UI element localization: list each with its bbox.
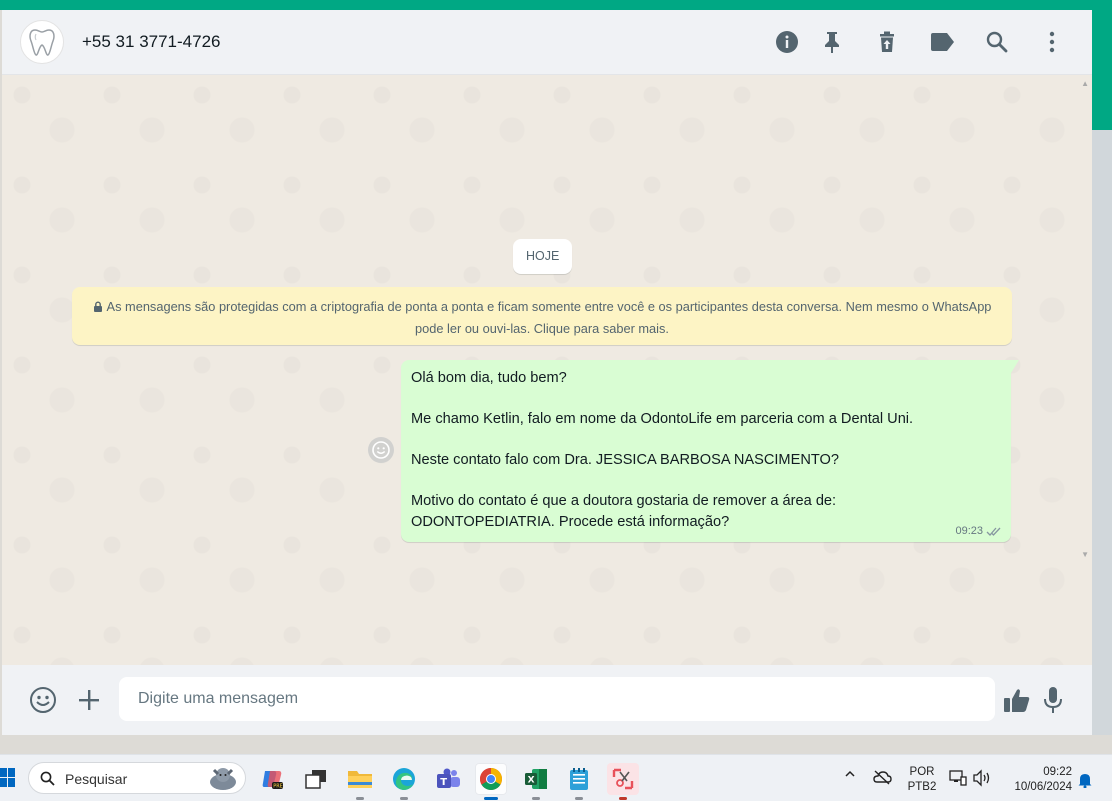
react-emoji-button[interactable] [368,437,394,463]
message-line: ODONTOPEDIATRIA. Procede está informação… [411,514,730,530]
running-indicator [532,797,540,800]
whatsapp-chat-window: +55 31 3771-4726 ▲ ▼ HOJE As mensagens s… [2,10,1092,735]
running-indicator [575,797,583,800]
window-right-accent [1092,10,1112,130]
clock-date: 10/06/2024 [1014,781,1072,793]
message-meta: 09:23 [955,525,1003,537]
system-clock[interactable]: 09:22 10/06/2024 [1002,765,1072,795]
pin-icon[interactable] [818,28,846,56]
start-windows-icon[interactable] [0,767,16,789]
input-language-indicator[interactable]: POR PTB2 [905,765,939,795]
running-indicator [356,797,364,800]
encryption-notice[interactable]: As mensagens são protegidas com a cripto… [72,287,1012,345]
message-time: 09:23 [955,525,983,537]
emoji-icon[interactable] [28,685,58,715]
outgoing-message-bubble[interactable]: Olá bom dia, tudo bem? Me chamo Ketlin, … [401,360,1011,542]
notepad-icon[interactable] [563,763,595,800]
copilot-icon[interactable]: PRE [256,763,288,795]
contact-name[interactable]: +55 31 3771-4726 [82,32,221,52]
file-explorer-icon[interactable] [344,763,376,800]
windows-taskbar: Pesquisar PRE T X POR PTB2 09:22 10/06/2… [0,754,1112,801]
excel-icon[interactable]: X [520,763,552,800]
task-view-icon[interactable] [300,763,332,795]
taskbar-search-label: Pesquisar [65,771,128,787]
double-check-icon [986,527,1001,536]
info-icon[interactable] [773,28,801,56]
label-icon[interactable] [928,28,956,56]
message-line: Me chamo Ketlin, falo em nome da OdontoL… [411,411,914,427]
attach-plus-icon[interactable] [74,685,104,715]
language-code: POR [909,766,935,778]
scroll-up-arrow-icon[interactable]: ▲ [1081,79,1089,88]
onedrive-offline-icon[interactable] [872,769,892,790]
teams-icon[interactable]: T [432,763,464,795]
clock-time: 09:22 [1043,766,1072,778]
chat-header: +55 31 3771-4726 [2,10,1092,75]
scroll-down-arrow-icon[interactable]: ▼ [1081,550,1089,559]
svg-text:T: T [440,777,447,788]
svg-text:PRE: PRE [273,784,283,790]
thumbs-up-icon[interactable] [1002,685,1032,715]
bubble-tail [1011,360,1019,373]
chrome-icon[interactable] [475,763,507,800]
search-highlight-dog-icon [210,768,236,790]
svg-text:X: X [528,776,535,786]
delete-icon[interactable] [873,28,901,56]
message-composer [2,665,1092,735]
menu-icon[interactable] [1038,28,1066,56]
snipping-tool-icon[interactable] [607,763,639,800]
contact-avatar[interactable] [20,20,64,64]
magnifier-icon [40,771,55,786]
window-right-edge [1092,130,1112,735]
smiley-icon [372,441,390,459]
edge-icon[interactable] [388,763,420,800]
message-line: Motivo do contato é que a doutora gostar… [411,493,837,509]
tooth-logo-icon [29,29,55,56]
date-divider: HOJE [513,239,573,274]
search-icon[interactable] [983,28,1011,56]
running-indicator [400,797,408,800]
notification-bell-icon[interactable] [1077,772,1093,793]
running-indicator [619,797,627,800]
encryption-notice-text: As mensagens são protegidas com a cripto… [106,299,992,336]
keyboard-layout: PTB2 [907,781,937,793]
window-top-accent [0,0,1112,10]
active-indicator [484,797,498,800]
taskbar-search[interactable]: Pesquisar [28,762,246,794]
message-line: Neste contato falo com Dra. JESSICA BARB… [411,452,839,468]
lock-icon [93,301,102,312]
volume-icon[interactable] [972,769,992,792]
network-icon[interactable] [948,769,968,792]
show-hidden-icons-chevron-icon[interactable] [844,768,856,785]
microphone-icon[interactable] [1038,685,1068,715]
message-input[interactable] [119,677,995,721]
message-line: Olá bom dia, tudo bem? [411,370,567,386]
message-pane[interactable]: ▲ ▼ HOJE As mensagens são protegidas com… [2,75,1092,665]
